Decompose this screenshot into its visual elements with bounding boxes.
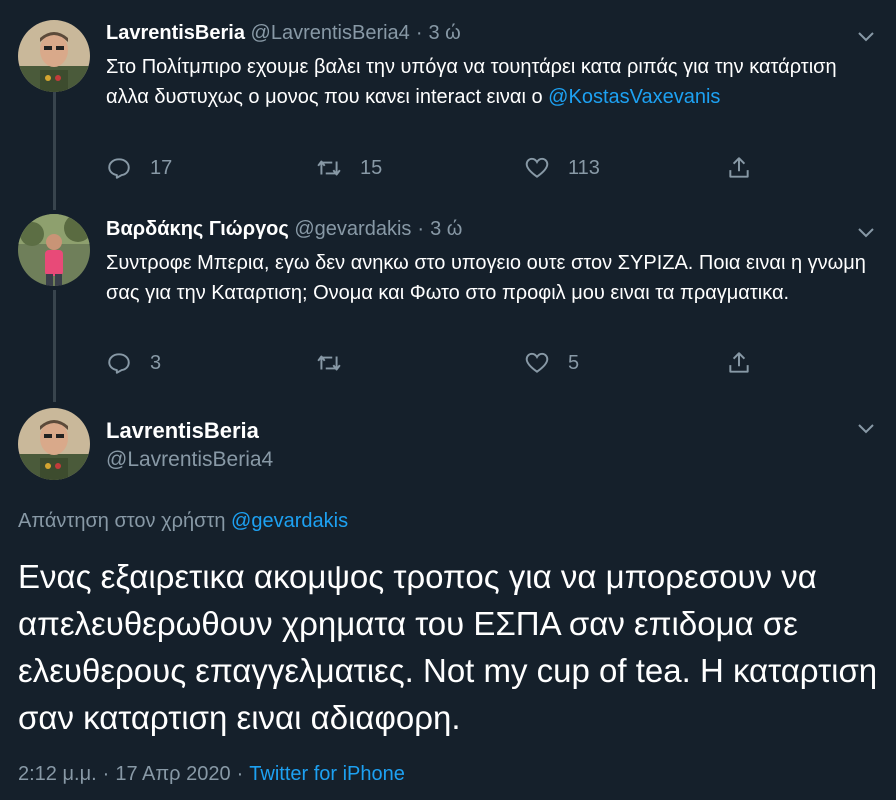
like-button[interactable]: 113 [524,152,600,184]
timestamp[interactable]: 3 ώ [428,22,460,44]
main-tweet: LavrentisBeria @LavrentisBeria4 Απάντηση… [0,400,896,800]
tweet-meta: 2:12 μ.μ. · 17 Απρ 2020 · Twitter for iPhone [18,763,405,786]
tweet-actions: 17 15 113 [106,152,766,184]
avatar[interactable] [18,408,90,480]
dot-separator: · [415,22,423,44]
reply-count: 3 [150,351,162,374]
share-icon [729,157,749,178]
share-button[interactable] [726,347,770,379]
tweet-text: Συντροφε Μπερια, εγω δεν ανηκω στο υπογε… [106,252,866,304]
dot-separator: · [102,763,110,785]
tweet-actions: 3 5 [106,347,766,379]
chevron-down-icon[interactable] [856,418,876,438]
dot-separator: · [236,763,244,785]
retweet-button[interactable]: 15 [316,152,382,184]
tweet-header: Βαρδάκης Γιώργος @gevardakis · 3 ώ [106,218,462,241]
retweet-button[interactable] [316,347,360,379]
tweet-text: Στο Πολίτμπιρο εχουμε βαλει την υπόγα να… [106,52,866,112]
heart-icon [525,352,549,373]
reply-button[interactable]: 3 [106,347,161,379]
tweet-header: LavrentisBeria @LavrentisBeria4 · 3 ώ [106,22,461,45]
retweet-icon [317,160,341,176]
reply-icon [108,353,130,374]
retweet-icon [317,355,341,371]
share-icon [729,352,749,373]
dot-separator: · [417,218,425,240]
handle[interactable]: @gevardakis [294,218,411,240]
chevron-down-icon[interactable] [856,222,876,242]
display-name[interactable]: LavrentisBeria [106,418,259,444]
reply-context: Απάντηση στον χρήστη @gevardakis [18,510,348,533]
avatar[interactable] [18,20,90,92]
tweet-2[interactable]: Βαρδάκης Γιώργος @gevardakis · 3 ώ Συντροφ… [0,200,896,400]
like-button[interactable]: 5 [524,347,579,379]
handle[interactable]: @LavrentisBeria4 [251,22,410,44]
heart-icon [525,157,549,178]
display-name[interactable]: LavrentisBeria [106,22,245,44]
share-button[interactable] [726,152,770,184]
tweet-1[interactable]: LavrentisBeria @LavrentisBeria4 · 3 ώ Στο … [0,0,896,200]
tweet-time[interactable]: 2:12 μ.μ. [18,763,97,785]
display-name[interactable]: Βαρδάκης Γιώργος [106,218,289,240]
tweet-source-link[interactable]: Twitter for iPhone [249,763,405,785]
retweet-count: 15 [360,156,383,179]
like-count: 113 [568,156,600,179]
main-tweet-text: Ενας εξαιρετικα ακομψος τροπος για να μπ… [18,558,878,736]
reply-button[interactable]: 17 [106,152,172,184]
mention-link[interactable]: @KostasVaxevanis [548,86,720,108]
chevron-down-icon[interactable] [856,26,876,46]
avatar[interactable] [18,214,90,286]
reply-count: 17 [150,156,173,179]
handle[interactable]: @LavrentisBeria4 [106,448,273,472]
tweet-text-content: Στο Πολίτμπιρο εχουμε βαλει την υπόγα να… [106,56,837,108]
tweet-date[interactable]: 17 Απρ 2020 [115,763,230,785]
like-count: 5 [568,351,580,374]
reply-mention-link[interactable]: @gevardakis [231,510,348,532]
timestamp[interactable]: 3 ώ [430,218,462,240]
reply-label: Απάντηση στον χρήστη [18,510,226,532]
reply-icon [108,158,130,179]
